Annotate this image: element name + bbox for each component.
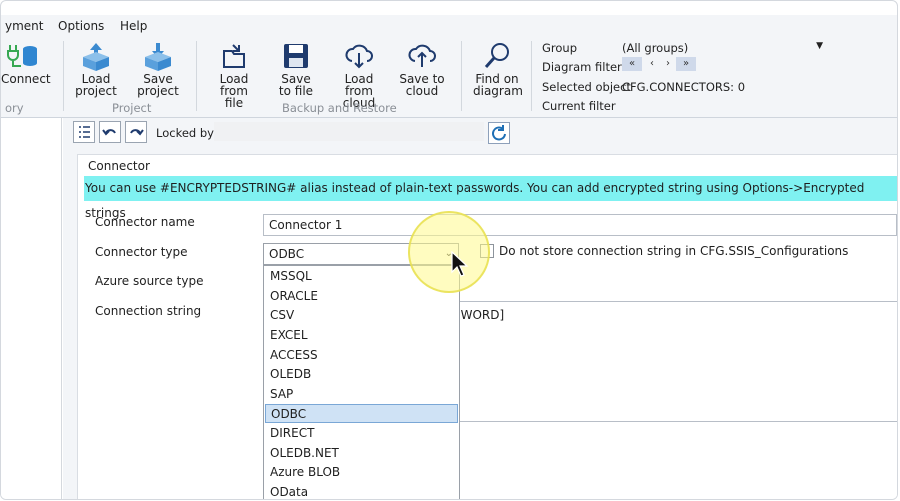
filter-next-button[interactable]: ›	[658, 57, 678, 71]
locked-by-field	[214, 122, 484, 141]
current-filter-label: Current filter	[542, 99, 616, 113]
folder-open-icon	[223, 44, 245, 68]
save-project-label-2: project	[137, 84, 179, 98]
cursor-highlight	[408, 211, 490, 293]
dropdown-option-azure-blob[interactable]: Azure BLOB	[265, 463, 458, 482]
connector-type-label: Connector type	[95, 245, 188, 259]
dropdown-option-odata[interactable]: OData	[265, 483, 458, 499]
menu-bar: yment Options Help	[1, 15, 897, 37]
app-window: yment Options Help Connect ory Load proj…	[0, 0, 898, 500]
list-icon	[79, 126, 90, 138]
ribbon-separator	[196, 41, 197, 111]
menu-help[interactable]: Help	[120, 19, 147, 33]
load-from-cloud-label-1: Load from	[344, 72, 374, 98]
plug-database-icon	[7, 45, 37, 67]
ribbon: Connect ory Load project Save project Pr…	[1, 37, 897, 118]
diagram-filter-label: Diagram filter	[542, 60, 622, 74]
cloud-download-icon	[345, 44, 373, 69]
group-label: Group	[542, 41, 578, 55]
dropdown-option-direct[interactable]: DIRECT	[265, 424, 458, 443]
editor-toolbar: Locked by	[71, 121, 897, 145]
undo-icon	[102, 129, 116, 136]
load-from-file-label-1: Load from	[219, 72, 249, 98]
dropdown-option-oledb-net[interactable]: OLEDB.NET	[265, 444, 458, 463]
connector-type-dropdown: MSSQL ORACLE CSV EXCEL ACCESS OLEDB SAP …	[263, 265, 460, 499]
filter-first-button[interactable]: «	[622, 57, 642, 71]
group-label-project: Project	[112, 101, 152, 115]
load-project-label-2: project	[75, 84, 117, 98]
dropdown-option-oracle[interactable]: ORACLE	[265, 287, 458, 306]
ribbon-separator	[63, 41, 64, 111]
load-from-file-label-2: file	[224, 96, 244, 110]
dropdown-option-oledb[interactable]: OLEDB	[265, 365, 458, 384]
connection-string-border	[459, 421, 897, 422]
cloud-upload-icon	[408, 44, 436, 67]
connector-section-title: Connector	[86, 159, 152, 173]
connector-panel	[77, 154, 897, 499]
save-to-cloud-label-2: cloud	[405, 84, 439, 98]
save-project-button[interactable]: Save project	[135, 41, 181, 97]
no-store-label: Do not store connection string in CFG.SS…	[499, 244, 849, 258]
ribbon-separator	[531, 41, 532, 111]
floppy-disk-icon	[284, 44, 308, 68]
connector-name-label: Connector name	[95, 215, 195, 229]
group-label-backup: Backup and Restore	[282, 101, 397, 115]
connector-name-input[interactable]: Connector 1	[263, 214, 897, 236]
group-label-history: ory	[5, 101, 24, 115]
magnifier-icon	[484, 43, 509, 68]
connection-string-text[interactable]: SWORD]	[453, 308, 504, 322]
menu-options[interactable]: Options	[58, 19, 104, 33]
selected-object-value: CFG.CONNECTORS: 0	[622, 80, 746, 94]
save-to-cloud-button[interactable]: Save to cloud	[399, 41, 445, 97]
refresh-icon	[492, 125, 506, 141]
undo-button[interactable]	[99, 121, 121, 143]
azure-source-type-label: Azure source type	[95, 274, 204, 288]
save-to-file-label-2: to file	[278, 84, 314, 98]
mouse-pointer-icon	[451, 251, 469, 277]
connection-string-border	[459, 301, 897, 302]
redo-icon	[130, 129, 144, 136]
dropdown-option-excel[interactable]: EXCEL	[265, 326, 458, 345]
locked-by-label: Locked by	[156, 126, 214, 140]
connection-string-label: Connection string	[95, 304, 202, 318]
dropdown-option-csv[interactable]: CSV	[265, 306, 458, 325]
left-pane	[1, 118, 62, 499]
connector-type-value: ODBC	[269, 247, 305, 261]
group-select[interactable]: (All groups) ▼	[622, 41, 827, 55]
menu-deployment[interactable]: yment	[5, 19, 43, 33]
properties-list-button[interactable]	[73, 121, 95, 143]
refresh-button[interactable]	[488, 122, 510, 144]
connect-label: Connect	[1, 72, 51, 86]
load-from-cloud-button[interactable]: Load from cloud	[331, 41, 387, 109]
ribbon-separator	[461, 41, 462, 111]
load-project-button[interactable]: Load project	[73, 41, 119, 97]
dropdown-option-sap[interactable]: SAP	[265, 385, 458, 404]
cloud-download-box-icon	[83, 43, 109, 71]
save-to-file-button[interactable]: Save to file	[275, 41, 317, 97]
encrypted-string-banner: You can use #ENCRYPTEDSTRING# alias inst…	[84, 176, 897, 220]
dropdown-option-odbc[interactable]: ODBC	[265, 404, 458, 423]
find-on-diagram-button[interactable]: Find on diagram	[473, 41, 523, 98]
filter-last-button[interactable]: »	[676, 57, 696, 71]
group-select-value: (All groups)	[622, 41, 689, 55]
dropdown-arrow-icon: ▼	[816, 41, 823, 51]
redo-button[interactable]	[125, 121, 147, 143]
load-from-file-button[interactable]: Load from file	[205, 41, 263, 109]
cloud-upload-box-icon	[145, 43, 171, 71]
dropdown-option-access[interactable]: ACCESS	[265, 346, 458, 365]
connect-button[interactable]: Connect	[1, 41, 51, 86]
selected-object-label: Selected object	[542, 80, 631, 94]
find-on-diagram-label-2: diagram	[473, 84, 523, 98]
